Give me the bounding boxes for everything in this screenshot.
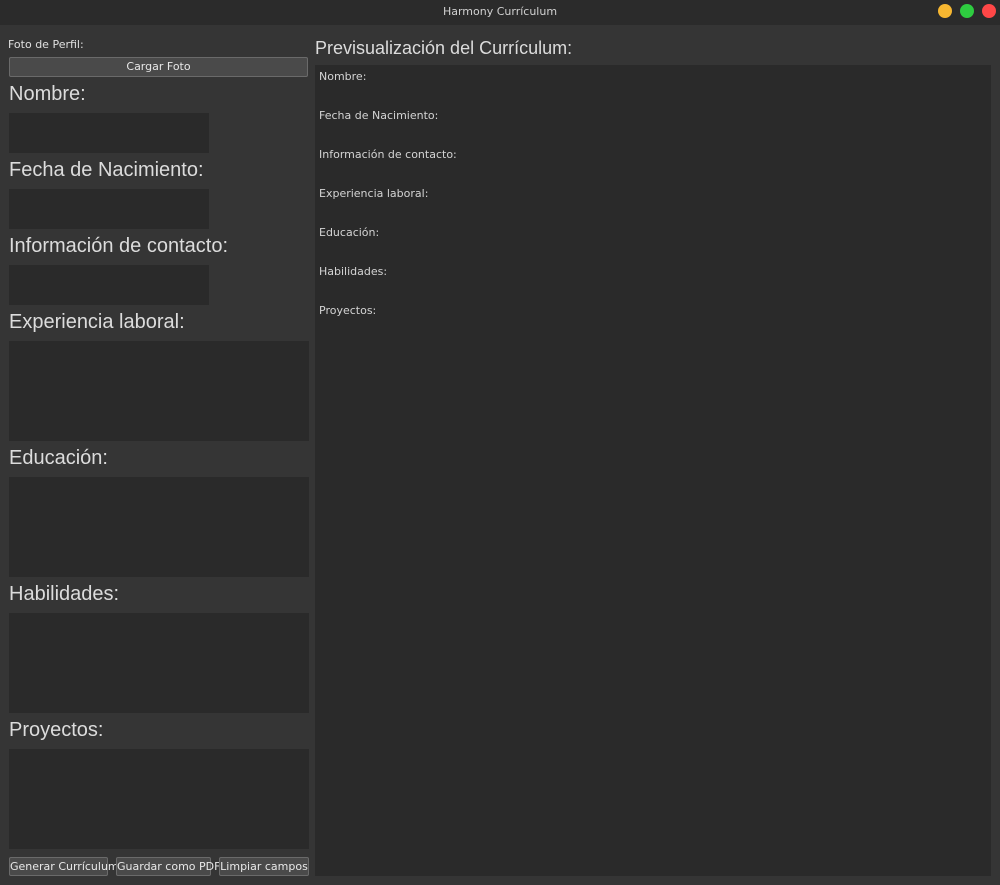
preview-contact-line: Información de contacto:	[319, 148, 457, 161]
title-bar: Harmony Currículum	[0, 0, 1000, 25]
minimize-button[interactable]	[938, 4, 952, 18]
projects-label: Proyectos:	[9, 719, 104, 741]
birth-date-label: Fecha de Nacimiento:	[9, 159, 204, 181]
name-label: Nombre:	[9, 83, 86, 105]
projects-textarea[interactable]	[9, 749, 309, 849]
form-panel: Foto de Perfil: Cargar Foto Nombre: Fech…	[0, 25, 315, 885]
preview-experience-line: Experiencia laboral:	[319, 187, 429, 200]
window-title: Harmony Currículum	[442, 5, 558, 18]
preview-title: Previsualización del Currículum:	[315, 38, 573, 58]
preview-birth-line: Fecha de Nacimiento:	[319, 109, 439, 122]
preview-pane[interactable]: Nombre: Fecha de Nacimiento: Información…	[315, 65, 991, 876]
experience-label: Experiencia laboral:	[9, 311, 185, 333]
birth-date-input[interactable]	[9, 189, 209, 229]
close-button[interactable]	[982, 4, 996, 18]
save-pdf-button[interactable]: Guardar como PDF	[116, 857, 220, 876]
name-input[interactable]	[9, 113, 209, 153]
contact-input[interactable]	[9, 265, 209, 305]
skills-label: Habilidades:	[9, 583, 120, 605]
skills-textarea[interactable]	[9, 613, 309, 713]
contact-label: Información de contacto:	[9, 235, 229, 257]
preview-skills-line: Habilidades:	[319, 265, 388, 278]
maximize-button[interactable]	[960, 4, 974, 18]
upload-photo-button[interactable]: Cargar Foto	[9, 57, 308, 77]
profile-photo-label: Foto de Perfil:	[8, 38, 84, 51]
preview-name-line: Nombre:	[319, 70, 367, 83]
generate-resume-button[interactable]: Generar Currículum	[9, 857, 119, 876]
preview-projects-line: Proyectos:	[319, 304, 377, 317]
experience-textarea[interactable]	[9, 341, 309, 441]
education-textarea[interactable]	[9, 477, 309, 577]
clear-fields-button[interactable]: Limpiar campos	[219, 857, 309, 876]
education-label: Educación:	[9, 447, 108, 469]
preview-education-line: Educación:	[319, 226, 380, 239]
